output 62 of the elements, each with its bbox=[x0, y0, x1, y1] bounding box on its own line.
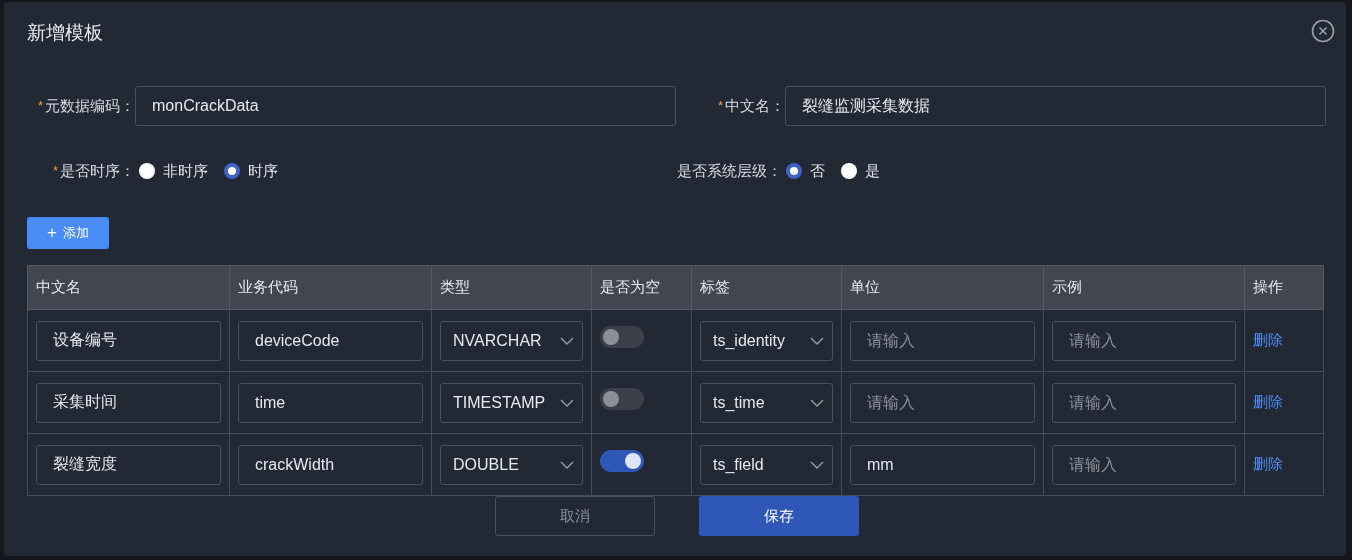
text-field[interactable]: 请输入 bbox=[1052, 444, 1236, 485]
text-field[interactable]: 采集时间 bbox=[36, 382, 221, 423]
plus-icon: + bbox=[47, 220, 57, 246]
select-value: ts_time bbox=[713, 392, 765, 413]
column-header: 标签 bbox=[691, 265, 842, 310]
select-field[interactable]: ts_time bbox=[700, 382, 833, 423]
select-field[interactable]: ts_field bbox=[700, 444, 833, 485]
select-field[interactable]: DOUBLE bbox=[440, 444, 583, 485]
text-field[interactable]: 裂缝监测采集数据 bbox=[785, 86, 1326, 126]
text-field[interactable]: mm bbox=[850, 444, 1035, 485]
save-button[interactable]: 保存 bbox=[699, 496, 859, 536]
select-field[interactable]: NVARCHAR bbox=[440, 320, 583, 361]
field-label: 元数据编码： bbox=[45, 95, 135, 116]
column-header: 示例 bbox=[1043, 265, 1245, 310]
radio-option[interactable]: 是 bbox=[841, 159, 880, 183]
required-mark: * bbox=[37, 97, 43, 116]
select-value: NVARCHAR bbox=[453, 330, 542, 351]
text-field[interactable]: crackWidth bbox=[238, 444, 423, 485]
chevron-icon bbox=[560, 397, 574, 408]
select-value: DOUBLE bbox=[453, 454, 519, 475]
delete-link[interactable]: 删除 bbox=[1253, 331, 1283, 349]
text-field[interactable]: deviceCode bbox=[238, 320, 423, 361]
toggle-switch[interactable] bbox=[600, 326, 644, 349]
column-header: 操作 bbox=[1244, 265, 1324, 310]
close-icon[interactable] bbox=[1311, 19, 1335, 43]
select-value: ts_field bbox=[713, 454, 764, 475]
column-header: 单位 bbox=[841, 265, 1044, 310]
dialog-title: 新增模板 bbox=[27, 21, 103, 45]
select-value: TIMESTAMP bbox=[453, 392, 546, 413]
field-label: 是否时序： bbox=[60, 160, 135, 181]
radio-option[interactable]: 否 bbox=[786, 159, 825, 183]
chevron-icon bbox=[810, 335, 824, 346]
required-mark: * bbox=[717, 97, 723, 116]
field-label: 中文名： bbox=[725, 95, 785, 116]
required-mark: * bbox=[52, 162, 58, 181]
column-header: 中文名 bbox=[27, 265, 230, 310]
select-value: ts_identity bbox=[713, 330, 786, 351]
column-header: 类型 bbox=[431, 265, 592, 310]
chevron-icon bbox=[560, 335, 574, 346]
text-field[interactable]: 请输入 bbox=[850, 320, 1035, 361]
chevron-icon bbox=[810, 459, 824, 470]
delete-link[interactable]: 删除 bbox=[1253, 393, 1283, 411]
chevron-icon bbox=[560, 459, 574, 470]
select-field[interactable]: ts_identity bbox=[700, 320, 833, 361]
toggle-switch[interactable] bbox=[600, 450, 644, 473]
text-field[interactable]: monCrackData bbox=[135, 86, 676, 126]
delete-link[interactable]: 删除 bbox=[1253, 455, 1283, 473]
radio-option[interactable]: 非时序 bbox=[139, 159, 208, 183]
select-field[interactable]: TIMESTAMP bbox=[440, 382, 583, 423]
radio-option[interactable]: 时序 bbox=[224, 159, 278, 183]
text-field[interactable]: 裂缝宽度 bbox=[36, 444, 221, 485]
column-header: 业务代码 bbox=[229, 265, 432, 310]
text-field[interactable]: 请输入 bbox=[850, 382, 1035, 423]
text-field[interactable]: time bbox=[238, 382, 423, 423]
chevron-icon bbox=[810, 397, 824, 408]
cancel-button[interactable]: 取消 bbox=[495, 496, 655, 536]
text-field[interactable]: 请输入 bbox=[1052, 320, 1236, 361]
text-field[interactable]: 设备编号 bbox=[36, 320, 221, 361]
column-header: 是否为空 bbox=[591, 265, 692, 310]
text-field[interactable]: 请输入 bbox=[1052, 382, 1236, 423]
toggle-switch[interactable] bbox=[600, 388, 644, 411]
field-label: 是否系统层级： bbox=[677, 160, 782, 181]
